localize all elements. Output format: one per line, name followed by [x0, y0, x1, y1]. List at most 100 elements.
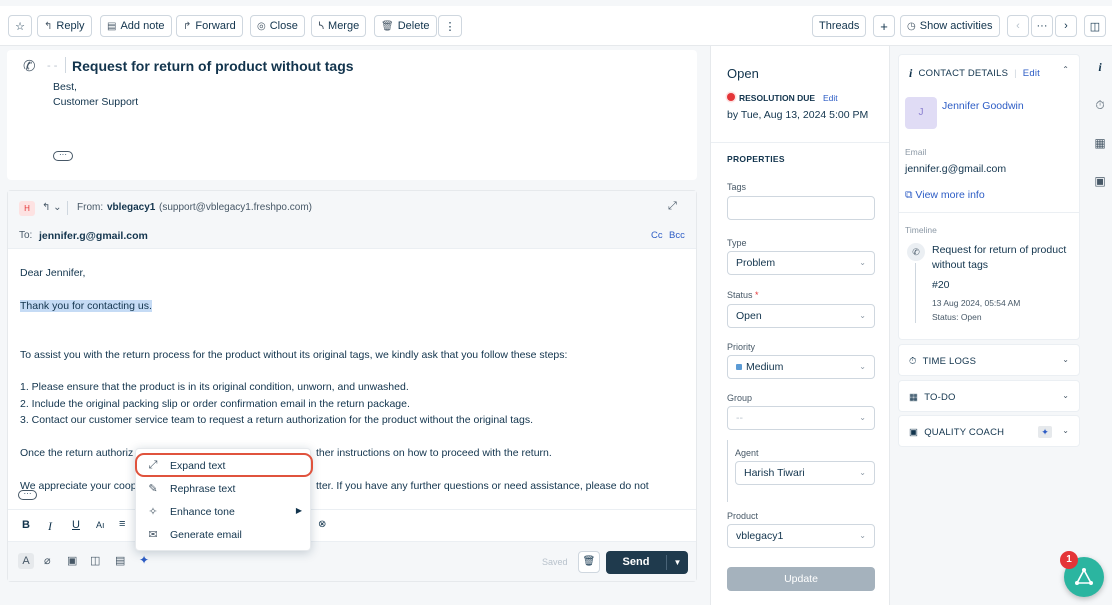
- expand-quoted-reply-button[interactable]: ···: [18, 490, 37, 500]
- expand-editor-icon[interactable]: ⤢: [668, 200, 677, 213]
- status-select[interactable]: Open ⌄: [727, 304, 875, 328]
- delete-button[interactable]: 🗑 Delete: [374, 15, 437, 37]
- to-email[interactable]: jennifer.g@gmail.com: [39, 230, 148, 242]
- ticket-list-button[interactable]: ···: [1031, 15, 1053, 37]
- new-thread-button[interactable]: +: [873, 15, 895, 37]
- bold-icon[interactable]: B: [22, 519, 30, 531]
- canned-response-icon[interactable]: ◫: [90, 554, 100, 567]
- clock-icon[interactable]: ⊗: [318, 519, 326, 530]
- freddy-ai-icon[interactable]: ✦: [139, 553, 149, 567]
- send-button[interactable]: Send: [606, 551, 666, 574]
- stopwatch-icon: ⏱: [909, 356, 917, 367]
- menu-enhance-tone[interactable]: ✧ Enhance tone ▶: [136, 500, 312, 523]
- underline-icon[interactable]: U: [72, 519, 80, 531]
- chevron-up-icon[interactable]: ⌃: [1062, 65, 1069, 74]
- calendar-rail-icon[interactable]: ▦: [1092, 136, 1108, 150]
- send-options-chevron-icon[interactable]: ▼: [667, 551, 688, 574]
- product-select[interactable]: vblegacy1 ⌄: [727, 524, 875, 548]
- body-greeting[interactable]: Dear Jennifer,: [20, 267, 85, 279]
- reply-type-icon[interactable]: ↰ ⌄: [42, 202, 62, 213]
- contact-name[interactable]: Jennifer Goodwin: [942, 100, 1024, 112]
- update-button[interactable]: Update: [727, 567, 875, 591]
- layout-toggle-button[interactable]: ◫: [1084, 15, 1106, 37]
- article-icon[interactable]: ▤: [115, 554, 125, 567]
- add-note-button[interactable]: ▤ Add note: [100, 15, 172, 37]
- text-format-icon[interactable]: A: [18, 553, 34, 569]
- status-value: Open: [736, 310, 762, 322]
- merge-button[interactable]: ᓴ Merge: [311, 15, 367, 37]
- reply-button[interactable]: ↰ Reply: [37, 15, 92, 37]
- product-label: Product: [727, 511, 759, 521]
- coach-rail-icon[interactable]: ▣: [1092, 174, 1108, 188]
- todo-title: TO-DO: [924, 392, 956, 403]
- cc-link[interactable]: Cc: [651, 230, 663, 241]
- show-activities-label: Show activities: [919, 20, 993, 32]
- assistant-triangle-icon: [1075, 568, 1093, 585]
- signature-line-1: Best,: [53, 81, 77, 93]
- expand-quoted-button[interactable]: ···: [53, 151, 73, 161]
- subject-divider: [65, 57, 66, 73]
- font-size-icon[interactable]: Aı: [96, 520, 105, 530]
- show-activities-button[interactable]: ◷ Show activities: [900, 15, 1000, 37]
- info-rail-icon[interactable]: i: [1092, 60, 1108, 75]
- tags-input[interactable]: [727, 196, 875, 220]
- coach-icon: ▣: [909, 427, 919, 438]
- group-label: Group: [727, 393, 753, 403]
- stopwatch-rail-icon[interactable]: ⏱: [1092, 98, 1108, 113]
- bcc-link[interactable]: Bcc: [669, 230, 685, 241]
- contact-details-header: i CONTACT DETAILS | Edit: [909, 66, 1040, 81]
- priority-select[interactable]: Medium ⌄: [727, 355, 875, 379]
- threads-label: Threads: [819, 20, 860, 32]
- body-line-a-start[interactable]: Once the return authoriz: [20, 447, 133, 459]
- menu-rephrase-text[interactable]: ✎ Rephrase text: [136, 477, 312, 500]
- body-line-b-end[interactable]: tter. If you have any further questions …: [316, 480, 649, 492]
- timeline-ticket-title[interactable]: Request for return of product without ta…: [932, 243, 1077, 273]
- priority-value: Medium: [746, 361, 784, 373]
- body-step-2[interactable]: 2. Include the original packing slip or …: [20, 398, 410, 410]
- body-line-a-end[interactable]: ther instructions on how to proceed with…: [316, 447, 552, 459]
- from-name[interactable]: vblegacy1: [107, 202, 155, 213]
- close-button[interactable]: ◎ Close: [250, 15, 305, 37]
- send-button-group: Send ▼: [606, 551, 688, 574]
- forward-button[interactable]: ↱ Forward: [176, 15, 243, 37]
- body-line-b-start[interactable]: We appreciate your coop: [20, 480, 137, 492]
- todo-section[interactable]: ▦ TO-DO ⌄: [898, 380, 1080, 412]
- body-selected-text[interactable]: Thank you for contacting us.: [20, 300, 152, 312]
- previous-message-card: ✆ - - Request for return of product with…: [7, 50, 697, 180]
- italic-icon[interactable]: I: [48, 519, 52, 534]
- body-step-1[interactable]: 1. Please ensure that the product is in …: [20, 381, 409, 393]
- agent-select[interactable]: Harish Tiwari ⌄: [735, 461, 875, 485]
- list-icon[interactable]: ≡: [119, 518, 125, 530]
- calendar-icon: ▦: [909, 392, 919, 403]
- view-more-info-link[interactable]: ⧉ View more info: [905, 189, 985, 202]
- status-label-text: Status: [727, 290, 753, 300]
- chevron-right-icon: ›: [1064, 20, 1068, 32]
- group-select[interactable]: -- ⌄: [727, 406, 875, 430]
- agent-label: Agent: [735, 448, 759, 458]
- menu-enhance-tone-label: Enhance tone: [170, 505, 235, 518]
- time-logs-section[interactable]: ⏱ TIME LOGS ⌄: [898, 344, 1080, 376]
- resolution-alert-icon: [727, 93, 735, 101]
- image-icon[interactable]: ▣: [67, 554, 77, 567]
- contact-edit-link[interactable]: Edit: [1023, 68, 1040, 79]
- type-select[interactable]: Problem ⌄: [727, 251, 875, 275]
- reply-header: H ↰ ⌄ From: vblegacy1 (support@vblegacy1…: [8, 191, 696, 249]
- contact-avatar: J: [905, 97, 937, 129]
- resolution-edit-link[interactable]: Edit: [823, 93, 838, 103]
- body-step-3[interactable]: 3. Contact our customer service team to …: [20, 414, 533, 426]
- next-ticket-button[interactable]: ›: [1055, 15, 1077, 37]
- quality-coach-header: ▣ QUALITY COACH: [909, 427, 1004, 438]
- body-paragraph[interactable]: To assist you with the return process fo…: [20, 349, 567, 361]
- threads-button[interactable]: Threads: [812, 15, 867, 37]
- quality-coach-section[interactable]: ▣ QUALITY COACH ✦ ⌄: [898, 415, 1080, 447]
- menu-generate-email[interactable]: ✉ Generate email: [136, 523, 312, 546]
- star-button[interactable]: ☆: [8, 15, 32, 37]
- prev-ticket-button[interactable]: ‹: [1007, 15, 1029, 37]
- discard-draft-button[interactable]: 🗑: [578, 551, 600, 573]
- attachment-icon[interactable]: ⌀: [44, 554, 51, 567]
- chevron-down-icon: ⌄: [859, 468, 866, 477]
- more-button[interactable]: ⋮: [438, 15, 462, 37]
- timeline-line: [915, 263, 916, 323]
- chevron-down-icon: ⌄: [1062, 355, 1069, 364]
- chevron-left-icon: ‹: [1016, 20, 1020, 32]
